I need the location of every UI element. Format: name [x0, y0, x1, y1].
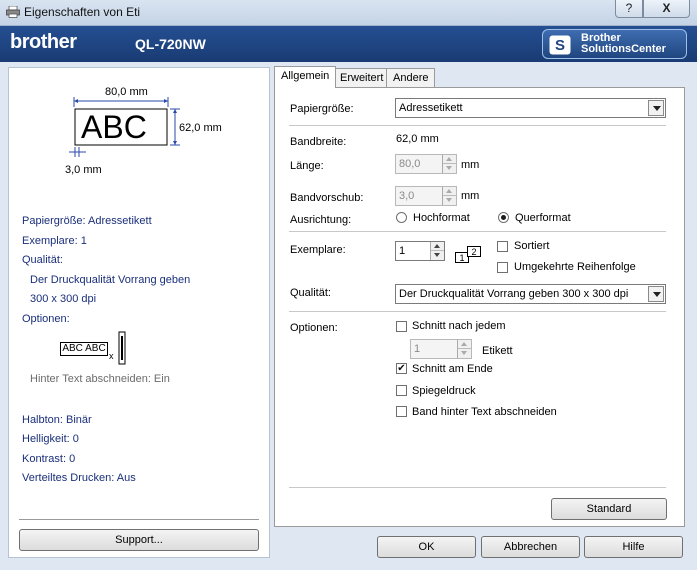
cut-every-checkbox[interactable] — [396, 321, 407, 332]
chevron-down-icon[interactable] — [648, 100, 664, 116]
collate-checkbox[interactable] — [497, 241, 508, 252]
standard-button[interactable]: Standard — [551, 498, 667, 520]
reverse-order-checkbox[interactable] — [497, 262, 508, 273]
option-cut-mark: x — [109, 351, 114, 361]
help-title-button[interactable]: ? — [615, 0, 643, 18]
help-button[interactable]: Hilfe — [584, 536, 683, 558]
spin-down-icon[interactable] — [443, 196, 456, 205]
label-margin-dimension: 3,0 mm — [65, 164, 102, 176]
length-unit: mm — [461, 159, 480, 171]
separator — [289, 487, 666, 488]
band-width-value: 62,0 mm — [396, 133, 439, 145]
settings-summary-panel: 80,0 mm 62,0 mm 3,0 mm ABC Papiergröße: … — [8, 67, 270, 558]
general-tab-page: Papiergröße: Adressetikett Bandbreite: 6… — [274, 87, 685, 527]
solutions-label-line2: SolutionsCenter — [581, 43, 666, 55]
printer-model: QL-720NW — [135, 36, 206, 52]
ok-button[interactable]: OK — [377, 536, 476, 558]
landscape-label: Querformat — [515, 212, 571, 224]
printer-icon — [6, 6, 20, 18]
trim-tape-label: Band hinter Text abschneiden — [412, 406, 557, 418]
separator — [289, 231, 666, 232]
summary-halftone: Halbton: Binär — [22, 414, 92, 426]
mirror-print-checkbox[interactable] — [396, 385, 407, 396]
portrait-label: Hochformat — [413, 212, 470, 224]
title-bar: Eigenschaften von Eti ? X — [0, 0, 697, 26]
cut-every-label: Schnitt nach jedem — [412, 320, 506, 332]
length-stepper[interactable]: 80,0 — [395, 154, 457, 174]
support-button[interactable]: Support... — [19, 529, 259, 551]
reverse-order-label: Umgekehrte Reihenfolge — [514, 261, 636, 273]
orientation-label: Ausrichtung: — [290, 214, 352, 226]
spin-up-icon[interactable] — [443, 155, 456, 164]
spin-down-icon[interactable] — [458, 349, 471, 358]
copies-stepper[interactable]: 1 — [395, 241, 445, 261]
paper-size-select[interactable]: Adressetikett — [395, 98, 666, 118]
separator — [289, 125, 666, 126]
label-width-dimension: 80,0 mm — [105, 86, 148, 98]
copies-label: Exemplare: — [290, 244, 346, 256]
spin-up-icon[interactable] — [443, 187, 456, 196]
label-unit: Etikett — [482, 345, 513, 357]
brand-bar: brother QL-720NW S Brother SolutionsCent… — [0, 26, 697, 62]
quality-label: Qualität: — [290, 287, 331, 299]
summary-quality-label: Qualität: — [22, 254, 63, 266]
summary-option-note: Hinter Text abschneiden: Ein — [30, 373, 170, 385]
cut-at-end-label: Schnitt am Ende — [412, 363, 493, 375]
feed-value: 3,0 — [399, 190, 415, 202]
summary-distributed-print: Verteiltes Drucken: Aus — [22, 472, 136, 484]
label-sample-text: ABC — [81, 109, 147, 145]
summary-quality-line1: Der Druckqualität Vorrang geben — [30, 274, 191, 286]
options-label: Optionen: — [290, 322, 338, 334]
svg-text:S: S — [555, 37, 565, 54]
cut-count-value: 1 — [414, 343, 421, 355]
band-width-label: Bandbreite: — [290, 136, 347, 148]
trim-tape-checkbox[interactable] — [396, 406, 407, 417]
tab-erweitert[interactable]: Erweitert — [333, 68, 391, 88]
spin-up-icon[interactable] — [458, 340, 471, 349]
spin-up-icon[interactable] — [431, 242, 444, 251]
label-height-dimension: 62,0 mm — [179, 122, 222, 134]
spin-down-icon[interactable] — [431, 251, 444, 260]
portrait-radio[interactable] — [396, 212, 407, 223]
option-sample-box: ABC ABC — [60, 342, 108, 356]
length-label: Länge: — [290, 160, 324, 172]
summary-brightness: Helligkeit: 0 — [22, 433, 79, 445]
summary-paper-size: Papiergröße: Adressetikett — [22, 215, 152, 227]
landscape-radio[interactable] — [498, 212, 509, 223]
length-value: 80,0 — [399, 158, 421, 170]
cut-position-icon — [118, 331, 126, 365]
feed-label: Bandvorschub: — [290, 192, 364, 204]
summary-copies: Exemplare: 1 — [22, 235, 87, 247]
feed-stepper[interactable]: 3,0 — [395, 186, 457, 206]
paper-size-value: Adressetikett — [399, 102, 463, 114]
summary-contrast: Kontrast: 0 — [22, 453, 76, 465]
brother-logo: brother — [10, 31, 77, 53]
quality-value: Der Druckqualität Vorrang geben 300 x 30… — [399, 288, 629, 300]
collate-page2-icon: 2 — [467, 246, 481, 257]
separator — [289, 311, 666, 312]
quality-select[interactable]: Der Druckqualität Vorrang geben 300 x 30… — [395, 284, 666, 304]
cancel-button[interactable]: Abbrechen — [481, 536, 580, 558]
mirror-print-label: Spiegeldruck — [412, 385, 476, 397]
copies-value: 1 — [399, 245, 406, 257]
cut-count-stepper[interactable]: 1 — [410, 339, 472, 359]
solutions-center-button[interactable]: S Brother SolutionsCenter — [542, 29, 687, 59]
collate-label: Sortiert — [514, 240, 550, 252]
solutions-s-icon: S — [549, 35, 571, 55]
feed-unit: mm — [461, 190, 480, 202]
summary-options-label: Optionen: — [22, 313, 70, 325]
spin-down-icon[interactable] — [443, 164, 456, 173]
chevron-down-icon[interactable] — [648, 286, 664, 302]
paper-size-label: Papiergröße: — [290, 103, 354, 115]
window-title: Eigenschaften von Eti — [24, 5, 141, 19]
cut-at-end-checkbox[interactable]: ✔ — [396, 363, 407, 374]
summary-quality-line2: 300 x 300 dpi — [30, 293, 97, 305]
tab-andere[interactable]: Andere — [386, 68, 436, 88]
tab-allgemein[interactable]: Allgemein — [274, 66, 337, 88]
summary-divider — [19, 519, 259, 520]
close-window-button[interactable]: X — [643, 0, 690, 18]
